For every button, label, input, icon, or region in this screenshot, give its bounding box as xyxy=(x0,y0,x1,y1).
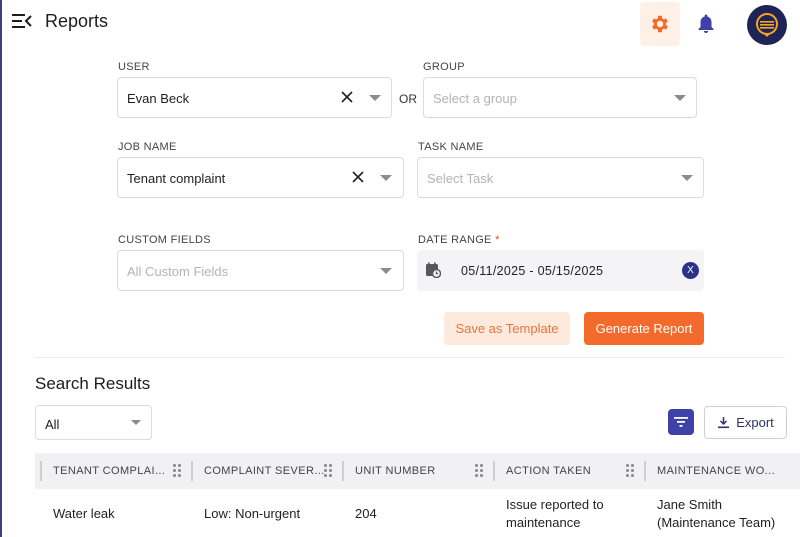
chevron-down-icon[interactable] xyxy=(674,95,686,101)
cell-action-taken-line1: Issue reported to xyxy=(506,497,604,512)
save-as-template-button[interactable]: Save as Template xyxy=(444,312,570,345)
column-header-maintenance-worker[interactable]: MAINTENANCE WO... xyxy=(644,453,795,489)
task-name-label: TASK NAME xyxy=(418,141,484,153)
gear-icon xyxy=(652,15,668,33)
column-header-label: UNIT NUMBER xyxy=(355,465,436,477)
calendar-clock-icon xyxy=(426,262,441,278)
avatar[interactable] xyxy=(747,5,787,45)
custom-fields-placeholder: All Custom Fields xyxy=(127,264,229,279)
chevron-down-icon[interactable] xyxy=(380,175,392,181)
generate-report-button[interactable]: Generate Report xyxy=(584,312,704,345)
cell-complaint-severity: Low: Non-urgent xyxy=(204,506,301,521)
export-label: Export xyxy=(736,415,774,430)
column-separator xyxy=(644,461,646,481)
column-header-label: TENANT COMPLAI... xyxy=(53,465,166,477)
drag-handle-icon[interactable] xyxy=(324,464,332,478)
job-name-label: JOB NAME xyxy=(118,141,177,153)
chevron-down-icon[interactable] xyxy=(380,268,392,274)
job-name-select[interactable]: Tenant complaint xyxy=(117,157,404,198)
menu-collapse-icon[interactable] xyxy=(12,13,32,29)
drag-handle-icon[interactable] xyxy=(173,464,181,478)
date-range-field[interactable]: 05/11/2025 - 05/15/2025 X xyxy=(417,250,704,291)
column-header-label: COMPLAINT SEVER... xyxy=(204,465,325,477)
settings-button[interactable] xyxy=(640,2,680,46)
task-name-select[interactable]: Select Task xyxy=(417,157,704,198)
notifications-button[interactable] xyxy=(694,12,718,36)
close-icon[interactable] xyxy=(351,170,365,184)
column-separator xyxy=(493,461,495,481)
or-label: OR xyxy=(399,92,417,106)
page-title: Reports xyxy=(45,11,109,31)
chevron-down-icon[interactable] xyxy=(681,175,693,181)
date-clear-button[interactable]: X xyxy=(682,262,699,279)
group-placeholder: Select a group xyxy=(433,91,517,106)
drag-handle-icon[interactable] xyxy=(626,464,634,478)
chevron-down-icon[interactable] xyxy=(369,95,381,101)
task-name-placeholder: Select Task xyxy=(427,171,494,186)
column-header-unit-number[interactable]: UNIT NUMBER xyxy=(342,453,493,489)
table-header: TENANT COMPLAI... COMPLAINT SEVER... UNI… xyxy=(35,453,800,489)
user-value: Evan Beck xyxy=(127,91,190,106)
cell-unit-number: 204 xyxy=(355,506,377,521)
filter-button[interactable] xyxy=(668,409,694,435)
group-select[interactable]: Select a group xyxy=(423,77,697,118)
cell-tenant-complaint: Water leak xyxy=(53,506,115,521)
chevron-down-icon[interactable] xyxy=(131,420,141,425)
user-select[interactable]: Evan Beck xyxy=(117,77,392,118)
date-range-label: DATE RANGE * xyxy=(418,234,500,246)
column-separator xyxy=(342,461,344,481)
top-bar: Reports xyxy=(0,0,800,50)
required-mark: * xyxy=(495,234,500,246)
results-filter-value: All xyxy=(45,417,60,432)
column-header-action-taken[interactable]: ACTION TAKEN xyxy=(493,453,644,489)
column-separator xyxy=(191,461,193,481)
column-header-label: ACTION TAKEN xyxy=(506,465,592,477)
column-header-tenant-complaint[interactable]: TENANT COMPLAI... xyxy=(40,453,191,489)
filter-icon xyxy=(674,417,688,427)
column-header-label: MAINTENANCE WO... xyxy=(657,465,776,477)
cell-action-taken-line2: maintenance xyxy=(506,515,581,530)
group-label: GROUP xyxy=(423,61,465,73)
job-name-value: Tenant complaint xyxy=(127,171,226,186)
results-filter-select[interactable]: All xyxy=(35,405,152,440)
drag-handle-icon[interactable] xyxy=(475,464,483,478)
custom-fields-select[interactable]: All Custom Fields xyxy=(117,250,404,291)
left-rail xyxy=(0,0,2,537)
search-results-title: Search Results xyxy=(35,374,151,393)
cell-maintenance-line2: (Maintenance Team) xyxy=(657,515,776,530)
export-button[interactable]: Export xyxy=(704,406,787,439)
cell-maintenance-line1: Jane Smith xyxy=(657,497,723,512)
bell-icon xyxy=(698,14,714,33)
divider xyxy=(35,357,785,358)
close-icon[interactable] xyxy=(340,90,354,104)
download-icon xyxy=(718,417,730,429)
custom-fields-label: CUSTOM FIELDS xyxy=(118,234,211,246)
avatar-logo-icon xyxy=(756,13,778,37)
column-separator xyxy=(40,461,42,481)
date-range-value: 05/11/2025 - 05/15/2025 xyxy=(461,264,604,278)
column-header-complaint-severity[interactable]: COMPLAINT SEVER... xyxy=(191,453,342,489)
date-range-label-text: DATE RANGE xyxy=(418,234,492,246)
user-label: USER xyxy=(118,61,150,73)
